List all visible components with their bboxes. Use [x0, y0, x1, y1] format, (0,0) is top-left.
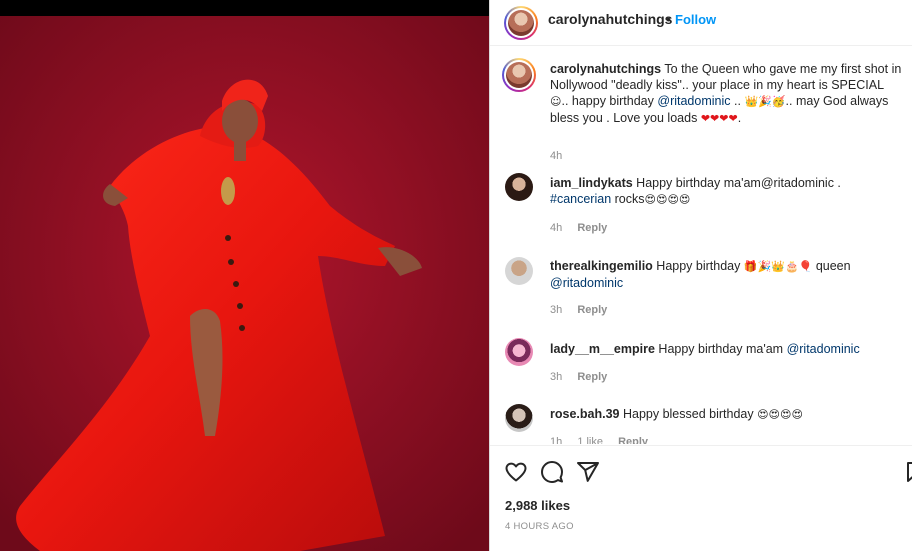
comment-username[interactable]: rose.bah.39 — [550, 407, 619, 421]
reply-button[interactable]: Reply — [577, 222, 607, 234]
header-separator: • — [666, 11, 671, 27]
commenter-avatar[interactable] — [505, 173, 533, 201]
photo-illustration — [0, 16, 489, 551]
caption-emojis: 👑🎉🥳 — [744, 95, 786, 108]
caption-time: 4h — [550, 150, 563, 162]
caption-avatar[interactable] — [502, 58, 536, 92]
post-side-panel: carolynahutchings • Follow carolynahutch… — [489, 0, 912, 551]
post-photo[interactable] — [0, 16, 489, 551]
comment-text: rose.bah.39 Happy blessed birthday 😍😍😍😍 — [550, 406, 905, 423]
caption-meta: 4h — [550, 150, 574, 162]
caption-end: . — [737, 111, 742, 125]
comment-body: Happy birthday ma'am@ritadominic . — [636, 176, 841, 190]
commenter-avatar[interactable] — [505, 338, 533, 366]
top-black-strip — [0, 0, 489, 16]
comment-hashtag[interactable]: #cancerian — [550, 192, 611, 206]
heart-icon[interactable] — [504, 460, 528, 484]
comment-body: Happy blessed birthday — [622, 407, 754, 421]
caption-username[interactable]: carolynahutchings — [550, 62, 661, 76]
commenter-avatar[interactable] — [505, 257, 533, 285]
caption-emoji: ☺ — [550, 95, 562, 108]
heart-emojis: ❤❤❤❤ — [700, 112, 738, 125]
comment-icon[interactable] — [540, 460, 564, 484]
comment-body-2: queen — [815, 259, 851, 273]
comment-body: Happy birthday — [656, 259, 741, 273]
comment-time: 4h — [550, 222, 563, 234]
comment-like-count[interactable]: 1 like — [577, 436, 603, 444]
comment-text: iam_lindykats Happy birthday ma'am@ritad… — [550, 175, 905, 208]
reply-button[interactable]: Reply — [618, 436, 648, 444]
comment-username[interactable]: therealkingemilio — [550, 259, 653, 273]
comment-body-2: rocks — [614, 192, 645, 206]
caption-body-2: .. happy birthday — [561, 94, 654, 108]
comment-emojis: 😍😍😍😍 — [757, 408, 803, 421]
post-header: carolynahutchings • Follow — [490, 0, 912, 46]
comment-emojis: 😍😍😍😍 — [644, 193, 691, 206]
author-avatar[interactable] — [504, 6, 538, 40]
comment-username[interactable]: lady__m__empire — [550, 342, 655, 356]
reply-button[interactable]: Reply — [577, 371, 607, 383]
comment-time: 1h — [550, 436, 563, 444]
caption-body-3: .. — [734, 94, 741, 108]
bookmark-icon[interactable] — [904, 460, 912, 484]
comment-emojis: 🎁🎉👑🎂🎈 — [743, 260, 813, 273]
comment-meta: 3h Reply — [550, 371, 619, 383]
share-icon[interactable] — [576, 460, 600, 484]
commenter-avatar[interactable] — [505, 404, 533, 432]
action-bar: 2,988 likes 4 HOURS AGO — [490, 445, 912, 551]
follow-button[interactable]: Follow — [675, 12, 716, 27]
comment-body: Happy birthday ma'am — [658, 342, 784, 356]
comments-scroll-area[interactable]: carolynahutchings To the Queen who gave … — [490, 46, 912, 444]
author-username[interactable]: carolynahutchings — [548, 11, 672, 27]
caption-mention[interactable]: @ritadominic — [657, 94, 730, 108]
comment-text: lady__m__empire Happy birthday ma'am @ri… — [550, 341, 905, 357]
comment-mention[interactable]: @ritadominic — [787, 342, 860, 356]
post-timestamp: 4 HOURS AGO — [505, 521, 574, 532]
comment-time: 3h — [550, 304, 563, 316]
comment-meta: 1h 1 like Reply — [550, 436, 660, 444]
comment-mention[interactable]: @ritadominic — [550, 276, 623, 290]
comment-meta: 3h Reply — [550, 304, 619, 316]
caption-text: carolynahutchings To the Queen who gave … — [550, 61, 908, 127]
like-count[interactable]: 2,988 likes — [505, 498, 570, 513]
comment-time: 3h — [550, 371, 563, 383]
comment-username[interactable]: iam_lindykats — [550, 176, 633, 190]
reply-button[interactable]: Reply — [577, 304, 607, 316]
comment-meta: 4h Reply — [550, 222, 619, 234]
comment-text: therealkingemilio Happy birthday 🎁🎉👑🎂🎈 q… — [550, 258, 905, 291]
